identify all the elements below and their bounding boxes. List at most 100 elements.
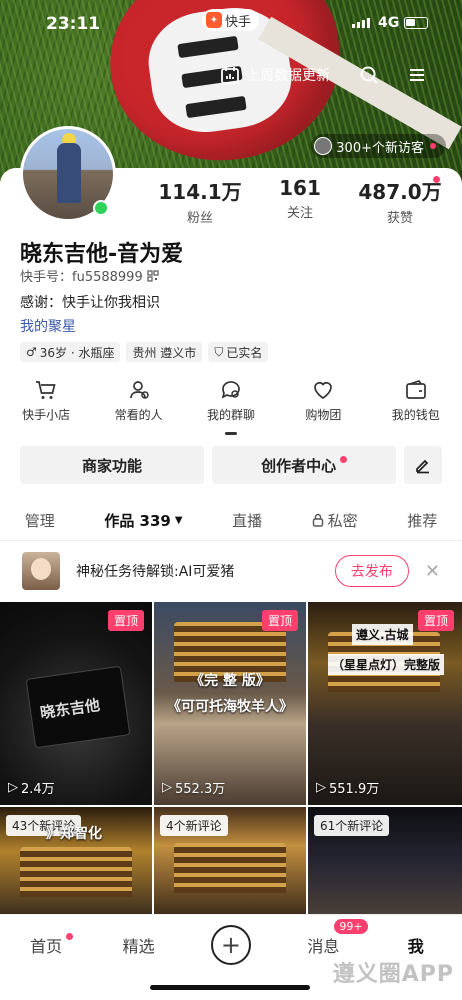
likes-label: 获赞: [386, 211, 413, 226]
play-icon: ▷: [316, 780, 326, 795]
status-bar: 23:11 ✦ 快手 4G: [0, 0, 462, 44]
video-grid: 晓东吉他 置顶 ▷ 2.4万 《完 整 版》 《可可托海牧羊人》 置顶 ▷ 55…: [0, 602, 462, 917]
tab-private-label: 私密: [327, 511, 358, 530]
home-notification-dot: [66, 932, 74, 940]
nav-create[interactable]: +: [196, 924, 266, 965]
video-title-2: （星星点灯）完整版: [328, 654, 445, 675]
tab-manage-label: 管理: [24, 511, 55, 530]
mission-text: 神秘任务待解锁:AI可爱猪: [76, 564, 235, 580]
nav-home-label: 首页: [30, 936, 63, 956]
menu-button[interactable]: [402, 60, 432, 90]
search-icon: [360, 66, 378, 84]
tab-live-label: 直播: [232, 511, 263, 530]
merchant-button[interactable]: 商家功能: [20, 446, 205, 484]
mission-banner: 神秘任务待解锁:AI可爱猪 去发布 ✕: [0, 544, 462, 598]
new-comments-badge: 4个新评论: [160, 815, 228, 836]
view-count: ▷ 552.3万: [162, 778, 225, 797]
shortcut-wallet[interactable]: 我的钱包: [376, 378, 456, 423]
people-icon: [129, 381, 149, 399]
stats-row: 114.1万 粉丝 161 关注 487.0万 获赞: [150, 176, 450, 226]
tag-verified-label: 已实名: [226, 345, 263, 360]
active-indicator: [224, 432, 237, 435]
nav-me[interactable]: 我: [381, 933, 451, 957]
cart-icon: [36, 381, 56, 399]
data-update-label: 上周数据更新: [246, 68, 330, 84]
new-comments-badge: 61个新评论: [314, 815, 390, 836]
shortcut-frequent-label: 常看的人: [114, 408, 163, 422]
stat-following[interactable]: 161 关注: [250, 176, 350, 226]
nav-featured[interactable]: 精选: [104, 933, 174, 957]
video-tile[interactable]: 晓东吉他 置顶 ▷ 2.4万: [0, 602, 152, 805]
shortcut-shop[interactable]: 快手小店: [6, 378, 86, 423]
tab-works[interactable]: 作品 339 ▼: [104, 510, 182, 531]
nav-featured-label: 精选: [122, 936, 155, 956]
data-update-button[interactable]: 上周数据更新: [220, 65, 330, 85]
video-tile[interactable]: 4个新评论: [154, 807, 306, 917]
video-overlay-text: 》郑智化: [46, 826, 102, 842]
kuaishou-logo-icon: ✦: [206, 12, 222, 28]
edit-icon: [416, 459, 430, 474]
publish-button[interactable]: 去发布: [334, 555, 409, 587]
shortcuts-row: 快手小店 常看的人 我的群聊 购物团 我的钱包: [0, 378, 462, 435]
menu-icon: [410, 69, 424, 81]
tab-recommend-label: 推荐: [407, 511, 438, 530]
divider: [0, 540, 462, 541]
tab-live[interactable]: 直播: [232, 510, 262, 531]
nav-messages[interactable]: 消息 99+: [288, 918, 368, 957]
close-icon[interactable]: ✕: [425, 561, 440, 582]
signal-icon: [352, 18, 370, 28]
notification-dot: [430, 143, 436, 149]
lock-icon: [312, 513, 323, 527]
tab-recommend[interactable]: 推荐: [407, 510, 437, 531]
tab-manage[interactable]: 管理: [25, 510, 55, 531]
kuaishou-id[interactable]: 快手号：fu5588999: [20, 266, 159, 285]
stat-likes[interactable]: 487.0万 获赞: [350, 176, 450, 226]
tag-age-zodiac: ♂ 36岁 · 水瓶座: [20, 342, 121, 362]
pinned-badge: 置顶: [417, 610, 454, 631]
tab-works-label: 作品 339: [104, 511, 171, 530]
profile-tabs: 管理 作品 339 ▼ 直播 私密 推荐: [0, 504, 462, 536]
new-visitors-pill[interactable]: 300+个新访客: [311, 134, 446, 158]
shield-icon: ⛉: [214, 344, 224, 359]
stat-followers[interactable]: 114.1万 粉丝: [150, 176, 250, 226]
header-actions: 上周数据更新: [220, 60, 432, 90]
watermark: 遵义圈APP: [332, 962, 454, 987]
video-title-2: 《可可托海牧羊人》: [167, 699, 293, 715]
shortcut-group-buy[interactable]: 购物团: [283, 378, 363, 423]
nav-messages-label: 消息: [307, 936, 340, 956]
nav-home[interactable]: 首页: [11, 932, 81, 957]
app-badge[interactable]: ✦ 快手: [202, 9, 260, 31]
avatar-figure: [57, 143, 81, 203]
home-indicator: [150, 985, 310, 990]
tab-private[interactable]: 私密: [312, 510, 358, 531]
video-tile[interactable]: 61个新评论: [308, 807, 462, 917]
profile-tags: ♂ 36岁 · 水瓶座 贵州 遵义市 ⛉ 已实名: [20, 342, 269, 362]
likes-notification-dot: [433, 176, 440, 183]
edit-profile-button[interactable]: [404, 446, 442, 484]
followers-count: 114.1万: [158, 180, 242, 204]
creator-center-button[interactable]: 创作者中心: [212, 446, 397, 484]
calendar-chart-icon: [221, 67, 239, 84]
nav-me-label: 我: [407, 936, 424, 956]
star-link[interactable]: 我的聚星: [20, 316, 76, 336]
messages-badge: 99+: [334, 918, 368, 934]
play-icon: ▷: [8, 780, 18, 795]
chat-icon: [221, 381, 240, 399]
plus-icon: +: [210, 924, 251, 965]
search-button[interactable]: [354, 60, 384, 90]
video-title-1: 遵义.古城: [352, 624, 413, 645]
following-label: 关注: [286, 206, 313, 221]
shortcut-frequent[interactable]: 常看的人: [99, 378, 179, 423]
new-visitors-label: 300+个新访客: [336, 140, 424, 156]
network-label: 4G: [378, 15, 400, 31]
video-tile[interactable]: 43个新评论 》郑智化: [0, 807, 152, 917]
tag-age-zodiac-label: 36岁 · 水瓶座: [39, 345, 115, 360]
video-tile[interactable]: 《完 整 版》 《可可托海牧羊人》 置顶 ▷ 552.3万: [154, 602, 306, 805]
shortcut-shop-label: 快手小店: [22, 408, 71, 422]
view-count-value: 551.9万: [329, 782, 380, 797]
play-icon: ▷: [162, 780, 172, 795]
video-tile[interactable]: 遵义.古城 （星星点灯）完整版 置顶 ▷ 551.9万: [308, 602, 462, 805]
male-icon: ♂: [26, 345, 37, 359]
shortcut-groups[interactable]: 我的群聊: [191, 378, 271, 435]
creator-notification-dot: [340, 455, 348, 463]
